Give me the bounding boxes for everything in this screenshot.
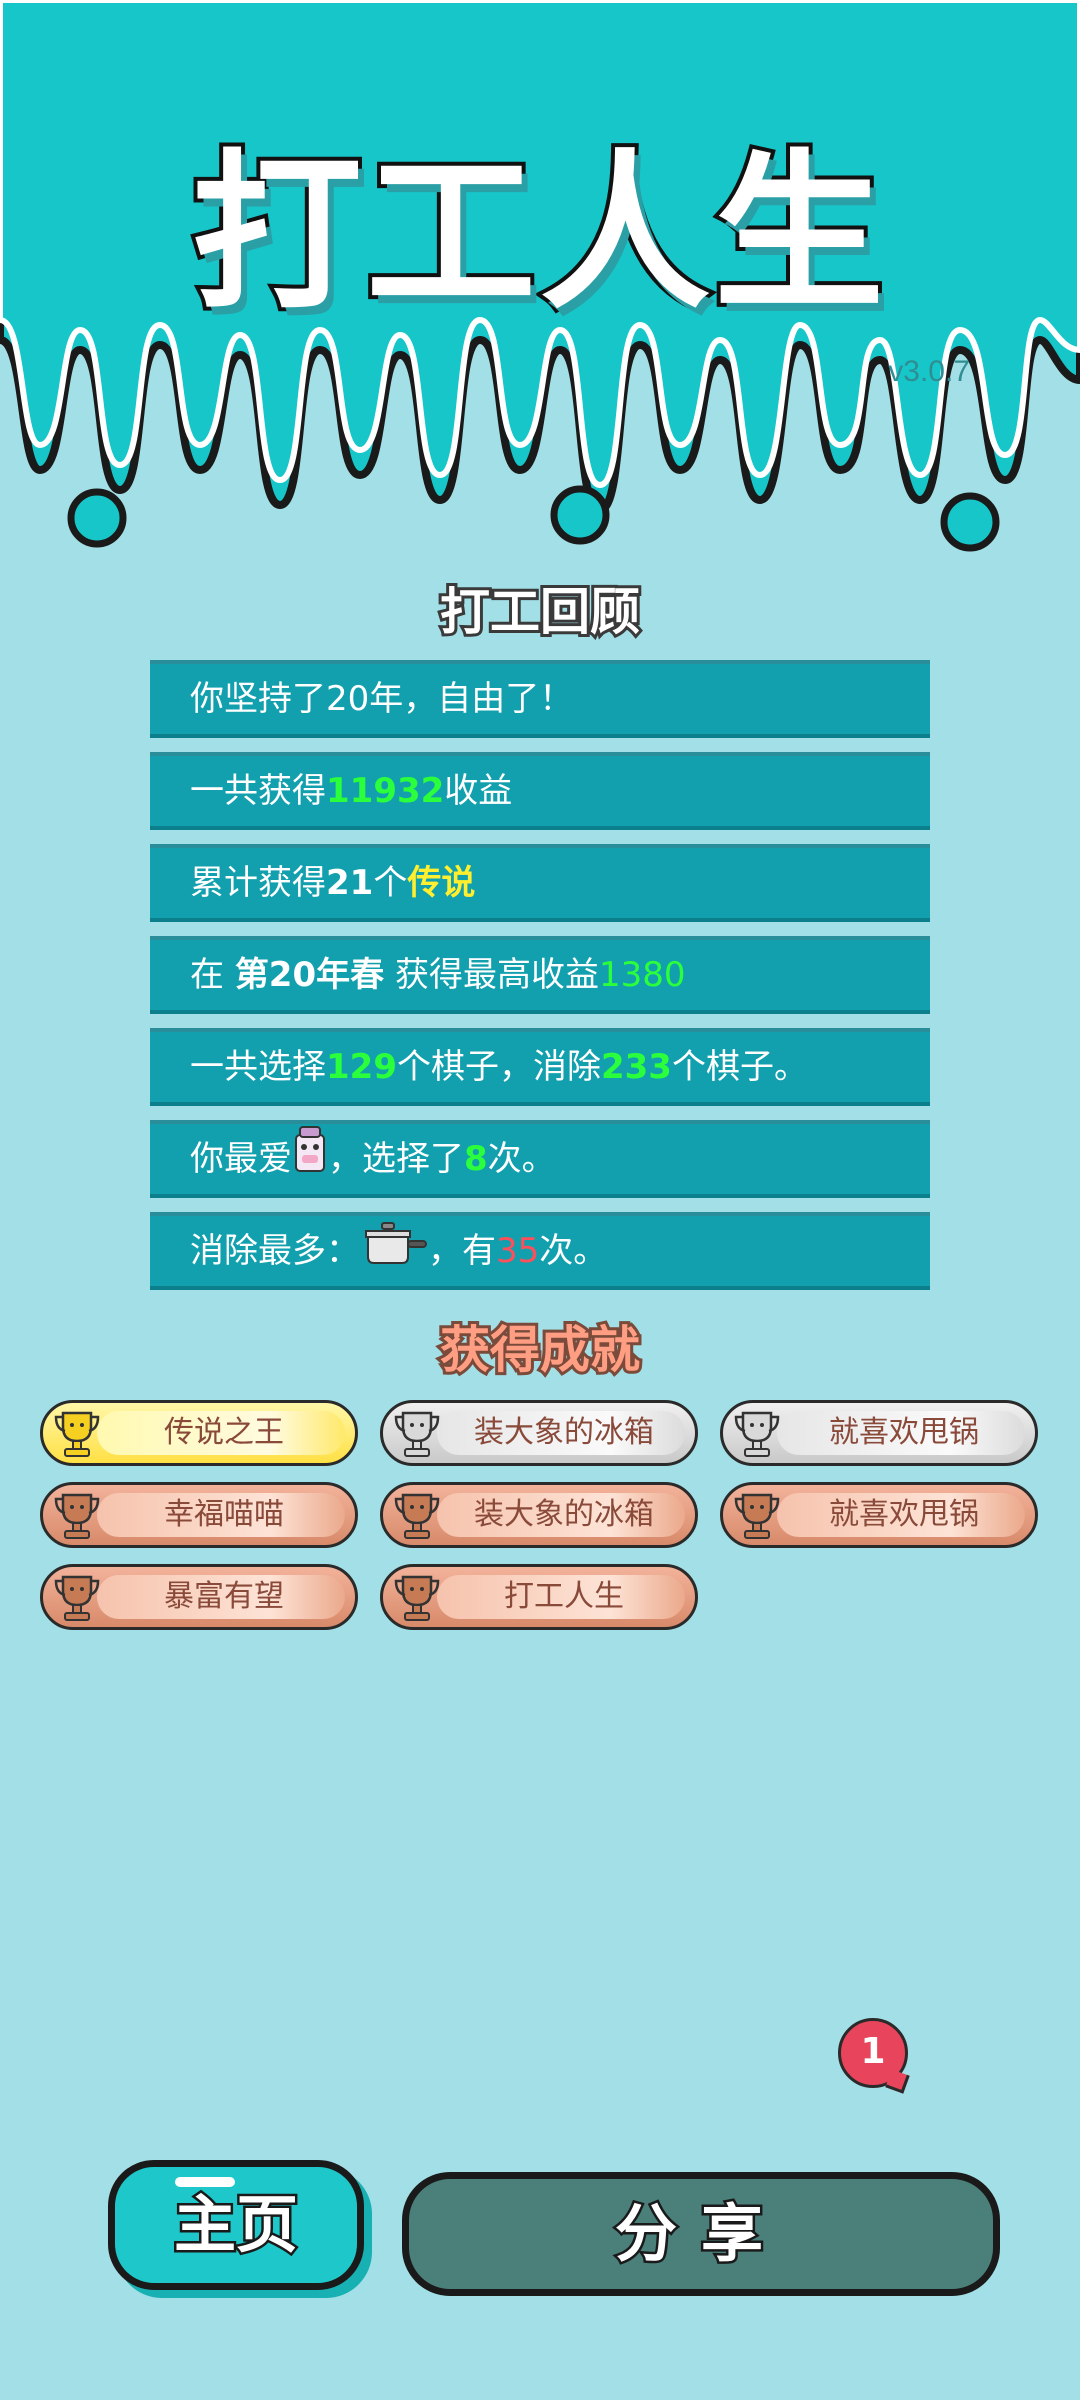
stat-text: 在 [190, 955, 235, 995]
achievement-badge[interactable]: 传说之王 [40, 1400, 358, 1466]
achievement-badge[interactable]: 打工人生 [380, 1564, 698, 1630]
bronze-trophy-icon [53, 1491, 101, 1545]
stat-text: 累计获得 [190, 863, 326, 903]
achievements-section-title: 获得成就 [437, 1318, 643, 1382]
stat-value: 35 [496, 1231, 540, 1271]
legend-highlight: 传说 [407, 863, 476, 903]
stat-row-legends: 累计获得21个传说 [150, 844, 930, 922]
notification-badge[interactable]: 1 [838, 2018, 908, 2088]
badge-label: 传说之王 [164, 1416, 284, 1449]
stat-value: 129 [326, 1047, 397, 1087]
achievement-badge[interactable]: 装大象的冰箱 [380, 1482, 698, 1548]
stat-text: 一共选择 [190, 1047, 326, 1087]
stat-text: 次。 [539, 1231, 608, 1271]
badge-label: 打工人生 [504, 1580, 624, 1613]
stat-value: 21 [326, 863, 374, 903]
share-button-label: 分享 [612, 2195, 787, 2273]
badge-label: 装大象的冰箱 [474, 1498, 654, 1531]
stat-text: 个棋子。 [671, 1047, 808, 1087]
stat-row-best-season: 在 第20年春 获得最高收益1380 [150, 936, 930, 1014]
badge-label: 装大象的冰箱 [474, 1416, 654, 1449]
stat-text: 你坚持了20年，自由了！ [190, 679, 574, 719]
stat-text: ，选择了 [328, 1139, 464, 1179]
achievement-badge[interactable]: 暴富有望 [40, 1564, 358, 1630]
stat-text: 个 [373, 863, 408, 903]
stat-value: 1380 [598, 955, 686, 995]
achievement-badge[interactable]: 幸福喵喵 [40, 1482, 358, 1548]
stat-value: 233 [600, 1047, 672, 1087]
silver-trophy-icon [393, 1409, 441, 1463]
review-section-title: 打工回顾 [437, 580, 643, 644]
stat-row-years: 你坚持了20年，自由了！ [150, 660, 930, 738]
season-label: 第20年春 [234, 955, 385, 995]
bronze-trophy-icon [393, 1573, 441, 1627]
achievement-badge[interactable]: 装大象的冰箱 [380, 1400, 698, 1466]
stat-row-favorite: 你最爱 ，选择了8次。 [150, 1120, 930, 1198]
badge-label: 就喜欢甩锅 [829, 1416, 979, 1449]
stat-text: 你最爱 [190, 1139, 292, 1179]
button-shine [175, 2177, 235, 2187]
share-button[interactable]: 分享 [402, 2172, 1000, 2296]
badge-label: 暴富有望 [164, 1580, 284, 1613]
bronze-trophy-icon [733, 1491, 781, 1545]
stat-value: 11932 [326, 771, 445, 811]
game-title: 打工人生 [188, 131, 888, 337]
header-banner: 打工人生 v3.0.7 [0, 0, 1080, 560]
achievement-badge[interactable]: 就喜欢甩锅 [720, 1482, 1038, 1548]
cow-piece-icon [292, 1125, 328, 1197]
silver-trophy-icon [733, 1409, 781, 1463]
home-button[interactable]: 主页 [108, 2160, 364, 2290]
stat-row-pieces: 一共选择129个棋子，消除233个棋子。 [150, 1028, 930, 1106]
gold-trophy-icon [53, 1409, 101, 1463]
bronze-trophy-icon [393, 1491, 441, 1545]
stat-text: 个棋子，消除 [396, 1047, 601, 1087]
stat-value: 8 [464, 1139, 488, 1179]
stat-row-total-income: 一共获得11932收益 [150, 752, 930, 830]
home-button-label: 主页 [171, 2186, 300, 2264]
stat-text: 消除最多： [190, 1231, 360, 1271]
stat-text: ，有 [428, 1231, 496, 1271]
badge-label: 就喜欢甩锅 [829, 1498, 979, 1531]
version-label: v3.0.7 [888, 355, 970, 388]
stat-text: 次。 [487, 1139, 556, 1179]
pot-piece-icon [360, 1217, 428, 1289]
badge-label: 幸福喵喵 [164, 1498, 284, 1531]
stat-text: 获得最高收益 [384, 955, 599, 995]
stat-text: 一共获得 [190, 771, 326, 811]
stat-text: 收益 [444, 771, 513, 811]
bronze-trophy-icon [53, 1573, 101, 1627]
achievement-badge[interactable]: 就喜欢甩锅 [720, 1400, 1038, 1466]
stat-row-most-cleared: 消除最多： ，有35次。 [150, 1212, 930, 1290]
